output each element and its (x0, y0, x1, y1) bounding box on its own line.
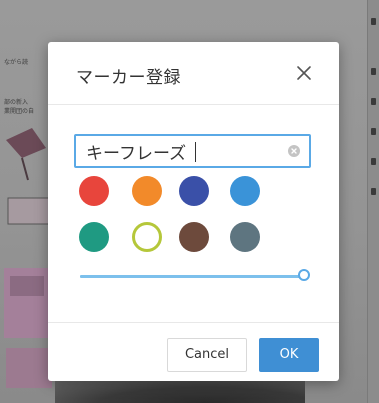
color-swatch-brown[interactable] (179, 222, 209, 252)
close-icon (297, 66, 311, 80)
dialog-footer: Cancel OK (48, 322, 339, 382)
ok-button[interactable]: OK (259, 338, 319, 372)
background-dark-object (55, 381, 305, 403)
color-swatch-orange[interactable] (132, 176, 162, 206)
marker-register-dialog: マーカー登録 Cancel OK (48, 42, 339, 381)
color-swatch-indigo[interactable] (179, 176, 209, 206)
background-text: ながら読 (4, 59, 29, 66)
marker-name-field[interactable] (74, 134, 311, 168)
background-marker (371, 98, 376, 105)
clear-circle-icon[interactable] (288, 145, 300, 157)
color-swatch-blue-gray[interactable] (230, 222, 260, 252)
background-marker (371, 158, 376, 165)
background-marker (371, 188, 376, 195)
text-caret (195, 142, 196, 162)
background-marker (371, 128, 376, 135)
cancel-button[interactable]: Cancel (167, 338, 247, 372)
dialog-header: マーカー登録 (48, 42, 339, 105)
color-swatch-teal[interactable] (79, 222, 109, 252)
background-illustration (4, 128, 52, 388)
color-swatch-lime[interactable] (132, 222, 162, 252)
marker-name-input[interactable] (86, 139, 276, 163)
dialog-title: マーカー登録 (76, 68, 181, 88)
slider-fill (80, 275, 304, 278)
color-swatch-blue[interactable] (230, 176, 260, 206)
background-text: 業開団の自 (4, 108, 35, 115)
background-text: 部の新入 (4, 99, 29, 106)
color-swatch-red[interactable] (79, 176, 109, 206)
background-marker (371, 68, 376, 75)
slider-thumb[interactable] (298, 269, 310, 281)
opacity-slider[interactable] (80, 275, 304, 278)
background-marker (371, 18, 376, 25)
close-button[interactable] (293, 62, 315, 84)
background-sidebar (367, 0, 379, 403)
